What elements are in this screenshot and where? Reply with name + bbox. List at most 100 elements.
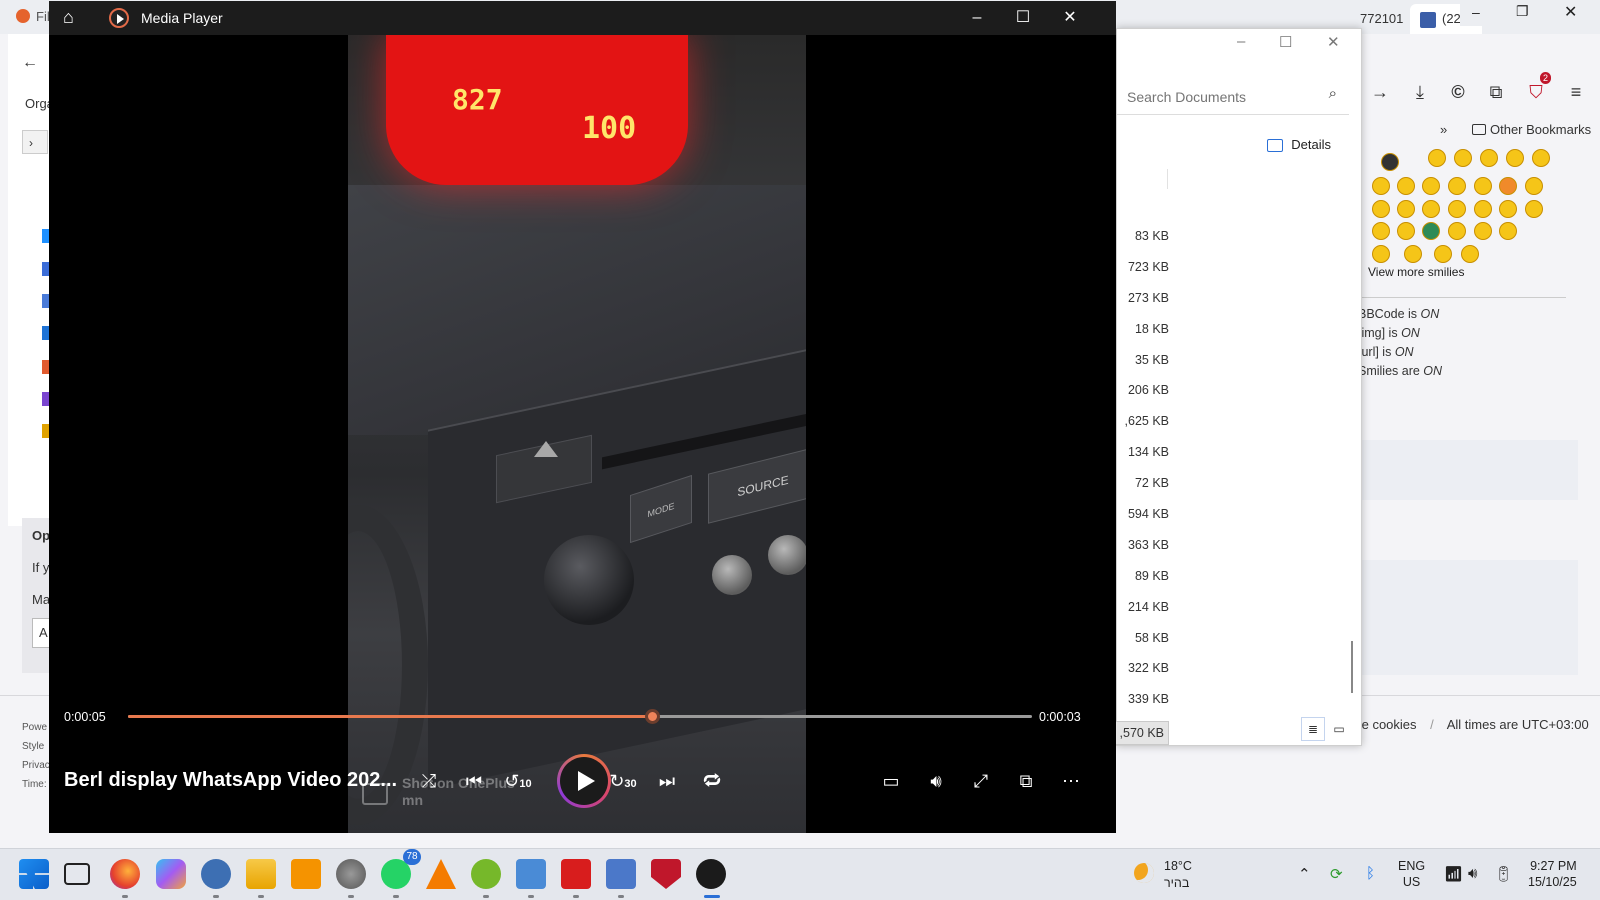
minimize-button[interactable]: –: [954, 5, 1000, 31]
view-more-smilies-link[interactable]: View more smilies: [1368, 265, 1464, 279]
scrollbar[interactable]: [1351, 641, 1353, 693]
settings-gear-icon[interactable]: [201, 859, 231, 889]
close-button[interactable]: ✕: [1047, 5, 1093, 31]
content-panel: [1340, 440, 1578, 500]
start-icon[interactable]: [19, 859, 49, 889]
smiley-icon[interactable]: [1461, 245, 1479, 263]
footer-separator: /: [1430, 717, 1434, 732]
maximize-button[interactable]: ☐: [1000, 5, 1046, 31]
back-arrow-icon[interactable]: ←: [22, 54, 38, 72]
smiley-icon[interactable]: [1525, 200, 1543, 218]
smiley-icon[interactable]: [1428, 149, 1446, 167]
smiley-icon[interactable]: [1372, 222, 1390, 240]
account-icon[interactable]: ©: [1440, 74, 1476, 110]
smiley-icon[interactable]: [1448, 200, 1466, 218]
play-button[interactable]: [557, 754, 611, 808]
app-orange-icon[interactable]: [291, 859, 321, 889]
thumbnail-view-icon[interactable]: ▭: [1327, 717, 1351, 741]
smiley-icon[interactable]: [1448, 177, 1466, 195]
smiley-icon[interactable]: [1480, 149, 1498, 167]
smiley-icon[interactable]: [1499, 177, 1517, 195]
forward-arrow-icon[interactable]: →: [1362, 74, 1398, 110]
skip-back-10-icon[interactable]: ↺10: [500, 765, 536, 797]
maximize-icon[interactable]: ☐: [1279, 33, 1292, 51]
smiley-icon[interactable]: [1372, 177, 1390, 195]
smiley-icon[interactable]: [1499, 222, 1517, 240]
task-view-icon[interactable]: [64, 863, 90, 885]
clock[interactable]: 9:27 PM 15/10/25: [1528, 858, 1577, 890]
acrobat-icon[interactable]: [561, 859, 591, 889]
close-icon[interactable]: ✕: [1327, 33, 1340, 51]
previous-icon[interactable]: ⏮: [456, 765, 492, 797]
repeat-icon[interactable]: 🔁︎: [694, 765, 730, 797]
menu-icon[interactable]: ≡: [1558, 74, 1594, 110]
calculator-icon[interactable]: [606, 859, 636, 889]
smiley-icon[interactable]: [1525, 177, 1543, 195]
search-input[interactable]: [1127, 87, 1307, 107]
extensions-icon[interactable]: ⧉: [1478, 74, 1514, 110]
home-icon[interactable]: ⌂: [63, 7, 74, 28]
delete-cookies-link[interactable]: te cookies: [1358, 717, 1417, 732]
notepad-icon[interactable]: [516, 859, 546, 889]
smiley-icon[interactable]: [1404, 245, 1422, 263]
file-size-selected[interactable]: ,570 KB: [1109, 721, 1169, 745]
expand-chevron-icon[interactable]: ›: [22, 130, 48, 154]
seek-bar[interactable]: [128, 709, 1032, 724]
minimize-icon[interactable]: –: [1237, 33, 1245, 50]
shuffle-icon[interactable]: ⤮: [411, 765, 447, 797]
search-icon[interactable]: ⌕: [1329, 85, 1337, 102]
smiley-icon[interactable]: [1448, 222, 1466, 240]
language-indicator[interactable]: ENG US: [1398, 858, 1425, 890]
bluetooth-icon[interactable]: ᛒ: [1366, 865, 1375, 882]
smiley-icon[interactable]: [1422, 177, 1440, 195]
shield-extension-icon[interactable]: ⛉ 2: [1518, 72, 1554, 110]
vlc-icon[interactable]: [426, 859, 456, 889]
fullscreen-icon[interactable]: ⤢: [963, 765, 999, 797]
running-indicator: [393, 895, 399, 898]
smiley-icon[interactable]: [1422, 222, 1440, 240]
speaker-icon[interactable]: 🔊︎: [1468, 865, 1477, 882]
firefox-icon[interactable]: [110, 859, 140, 889]
subtitles-icon[interactable]: ▭: [873, 765, 909, 797]
smiley-icon[interactable]: [1381, 153, 1399, 171]
media-player-icon[interactable]: [696, 859, 726, 889]
smiley-icon[interactable]: [1474, 200, 1492, 218]
smiley-icon[interactable]: [1434, 245, 1452, 263]
smiley-icon[interactable]: [1474, 177, 1492, 195]
sync-icon[interactable]: ⟳: [1330, 865, 1343, 883]
smiley-icon[interactable]: [1397, 222, 1415, 240]
more-options-icon[interactable]: ⋯: [1053, 765, 1089, 797]
browser-tab[interactable]: 772101: [1360, 4, 1403, 34]
close-icon[interactable]: ✕: [1564, 2, 1577, 22]
system-gear-icon[interactable]: [336, 859, 366, 889]
smiley-icon[interactable]: [1454, 149, 1472, 167]
bookmarks-chevron-icon[interactable]: »: [1440, 118, 1447, 142]
tray-chevron-up-icon[interactable]: ⌃: [1298, 865, 1311, 883]
skip-forward-30-icon[interactable]: ↻30: [605, 765, 641, 797]
other-bookmarks[interactable]: Other Bookmarks: [1472, 118, 1591, 142]
copilot-icon[interactable]: [156, 859, 186, 889]
details-view-icon[interactable]: ≣: [1301, 717, 1325, 741]
smiley-icon[interactable]: [1372, 200, 1390, 218]
file-explorer-icon[interactable]: [246, 859, 276, 889]
smiley-icon[interactable]: [1499, 200, 1517, 218]
smiley-icon[interactable]: [1397, 200, 1415, 218]
seek-thumb[interactable]: [645, 709, 661, 724]
battery-icon[interactable]: 🔋︎: [1494, 865, 1513, 883]
mini-player-icon[interactable]: ⧉: [1008, 765, 1044, 797]
smiley-icon[interactable]: [1372, 245, 1390, 263]
mcafee-icon[interactable]: [651, 859, 681, 889]
minimize-icon[interactable]: –: [1472, 4, 1480, 20]
smiley-icon[interactable]: [1422, 200, 1440, 218]
downloads-icon[interactable]: ⤓: [1402, 74, 1438, 110]
utorrent-icon[interactable]: [471, 859, 501, 889]
details-button[interactable]: Details: [1267, 137, 1331, 153]
smiley-icon[interactable]: [1532, 149, 1550, 167]
volume-icon[interactable]: 🔊︎: [918, 765, 954, 797]
restore-icon[interactable]: ❐: [1516, 3, 1529, 20]
smiley-icon[interactable]: [1474, 222, 1492, 240]
smiley-icon[interactable]: [1397, 177, 1415, 195]
next-icon[interactable]: ⏭: [649, 765, 685, 797]
smiley-icon[interactable]: [1506, 149, 1524, 167]
wifi-icon[interactable]: 📶︎: [1444, 865, 1463, 883]
